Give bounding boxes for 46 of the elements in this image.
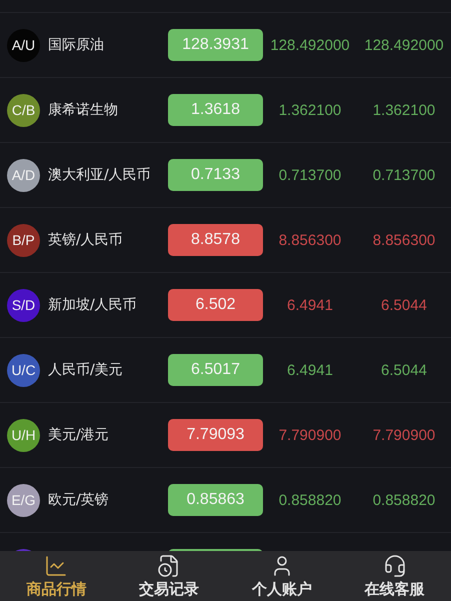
- tab[interactable]: 个人账户: [226, 551, 338, 601]
- price-button[interactable]: 1.3618: [168, 94, 263, 126]
- bid-value: 128.492000: [269, 36, 351, 54]
- ask-value: 6.5044: [380, 296, 428, 314]
- symbol-avatar: B/P: [7, 224, 40, 256]
- ask-value: 6.5044: [380, 362, 428, 378]
- symbol-avatar: S/D: [7, 288, 40, 322]
- symbol-avatar: C/B: [7, 94, 40, 126]
- tab[interactable]: 在线客服: [338, 551, 451, 601]
- instrument-name: 国际原油: [48, 36, 105, 54]
- price-button[interactable]: 6.502: [168, 289, 263, 321]
- instrument-name: 澳大利亚/人民币: [48, 166, 152, 184]
- ask-value: 0.713700: [372, 166, 436, 184]
- instrument-name: 康希诺生物: [48, 101, 119, 119]
- ask-value: 8.856300: [372, 232, 436, 248]
- price-button[interactable]: 0.85863: [168, 484, 263, 516]
- ask-value: 7.790900: [372, 426, 436, 444]
- ask-value: 128.492000: [363, 36, 445, 54]
- bid-value: 1.362100: [278, 102, 342, 118]
- price-button[interactable]: 7.79093: [168, 419, 263, 451]
- ask-value: 0.858820: [372, 492, 436, 508]
- bid-value: 0.713700: [278, 166, 342, 184]
- headset-icon: [382, 554, 407, 578]
- bid-value: 6.4941: [286, 296, 334, 314]
- symbol-avatar: A/U: [7, 28, 40, 62]
- ask-value: 1.362100: [372, 102, 436, 118]
- tab[interactable]: 交易记录: [112, 551, 226, 601]
- price-button[interactable]: 0.7133: [168, 159, 263, 191]
- price-button[interactable]: 8.8578: [168, 224, 263, 256]
- chart-icon: [44, 554, 68, 578]
- instrument-name: 新加坡/人民币: [48, 296, 138, 314]
- instrument-name: 人民币/美元: [48, 361, 124, 379]
- bid-value: 8.856300: [278, 232, 342, 248]
- price-button[interactable]: 128.3931: [168, 29, 263, 61]
- instrument-name: 美元/港元: [48, 426, 110, 444]
- bid-value: 0.858820: [278, 492, 342, 508]
- bid-value: 6.4941: [286, 362, 334, 378]
- tab[interactable]: 商品行情: [0, 551, 113, 601]
- symbol-avatar: U/C: [7, 354, 40, 386]
- symbol-avatar: A/D: [7, 158, 40, 192]
- price-button[interactable]: 6.5017: [168, 354, 263, 386]
- symbol-avatar: E/G: [7, 484, 40, 516]
- instrument-name: 英镑/人民币: [48, 231, 124, 249]
- bid-value: 7.790900: [278, 426, 342, 444]
- instrument-name: 欧元/英镑: [48, 491, 110, 509]
- symbol-avatar: U/H: [7, 418, 40, 452]
